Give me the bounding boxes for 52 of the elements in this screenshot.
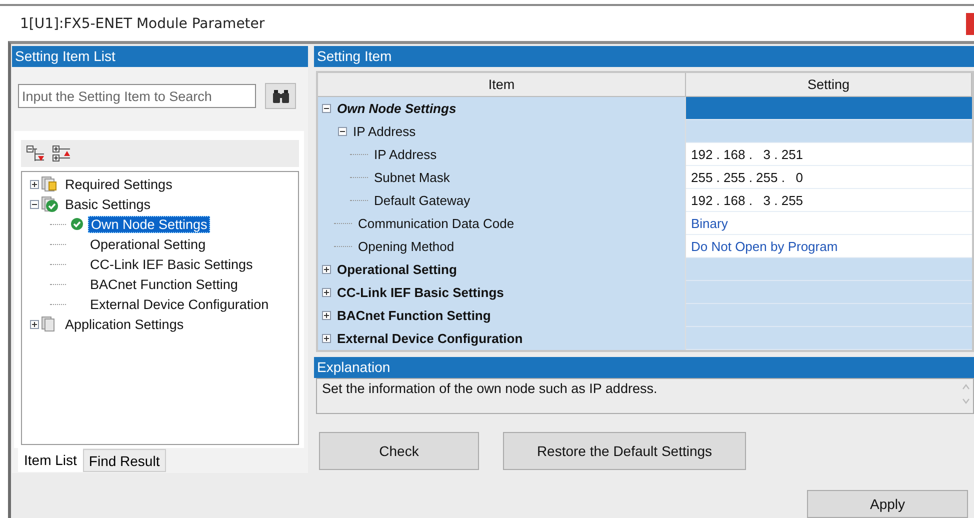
- setting-name: Subnet Mask: [373, 170, 450, 185]
- expand-icon[interactable]: [322, 311, 331, 320]
- collapse-icon[interactable]: [322, 104, 331, 113]
- action-button[interactable]: Restore the Default Settings: [503, 432, 746, 470]
- expand-icon[interactable]: [322, 265, 331, 274]
- window-title: 1[U1]:FX5-ENET Module Parameter: [20, 16, 265, 32]
- setting-name: Own Node Settings: [336, 101, 456, 116]
- tree-item[interactable]: BACnet Function Setting: [88, 276, 240, 292]
- column-header: Item: [318, 73, 686, 96]
- setting-name: IP Address: [352, 124, 416, 139]
- expand-icon[interactable]: [322, 288, 331, 297]
- tree-item[interactable]: Required Settings: [63, 176, 174, 192]
- column-header: Setting: [686, 73, 972, 96]
- setting-name: IP Address: [373, 147, 437, 162]
- setting-name: Opening Method: [357, 239, 454, 254]
- collapse-icon[interactable]: [30, 200, 39, 208]
- setting-value[interactable]: Binary: [686, 212, 972, 235]
- collapse-all-icon[interactable]: [26, 144, 46, 162]
- tree-item[interactable]: Application Settings: [63, 316, 186, 332]
- setting-value[interactable]: 192 . 168 . 3 . 251: [686, 143, 972, 166]
- setting-value[interactable]: 192 . 168 . 3 . 255: [686, 189, 972, 212]
- tab[interactable]: Item List: [18, 448, 83, 472]
- setting-value[interactable]: Do Not Open by Program: [686, 235, 972, 258]
- panel-header: Setting Item: [314, 46, 974, 67]
- setting-name: Communication Data Code: [357, 216, 514, 231]
- setting-value[interactable]: 255 . 255 . 255 . 0: [686, 166, 972, 189]
- tree-item[interactable]: CC-Link IEF Basic Settings: [88, 256, 255, 272]
- search-field[interactable]: Input the Setting Item to Search: [18, 84, 256, 108]
- tree-item[interactable]: Own Node Settings: [88, 216, 210, 232]
- tab[interactable]: Find Result: [82, 449, 166, 472]
- setting-name: CC-Link IEF Basic Settings: [336, 285, 504, 300]
- expand-icon[interactable]: [322, 334, 331, 343]
- table-cell[interactable]: [686, 97, 972, 120]
- action-button[interactable]: Check: [319, 432, 479, 470]
- setting-name: Operational Setting: [336, 262, 457, 277]
- expand-icon[interactable]: [30, 180, 39, 188]
- tree-item[interactable]: Basic Settings: [63, 196, 153, 212]
- setting-name: External Device Configuration: [336, 331, 523, 346]
- tree-item[interactable]: External Device Configuration: [88, 296, 271, 312]
- setting-name: Default Gateway: [373, 193, 470, 208]
- search-button[interactable]: [265, 83, 296, 109]
- collapse-icon[interactable]: [338, 127, 347, 136]
- tree-item[interactable]: Operational Setting: [88, 236, 208, 252]
- apply-button[interactable]: Apply: [807, 490, 968, 518]
- panel-header: Setting Item List: [12, 46, 308, 67]
- explanation-header: Explanation: [314, 357, 974, 378]
- close-icon[interactable]: [966, 12, 974, 34]
- expand-icon[interactable]: [30, 320, 39, 328]
- binoculars-icon: [272, 88, 290, 104]
- explanation-text: Set the information of the own node such as IP address.: [322, 381, 658, 396]
- setting-name: BACnet Function Setting: [336, 308, 491, 323]
- expand-all-icon[interactable]: [52, 144, 72, 162]
